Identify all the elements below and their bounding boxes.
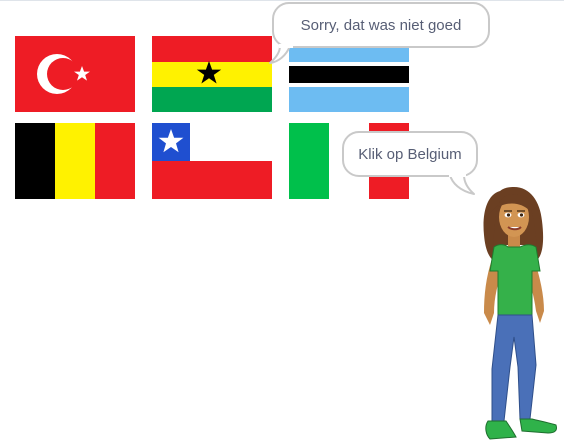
chile-flag-icon — [152, 123, 272, 199]
ghana-flag-icon — [152, 36, 272, 112]
speech-bubble-wrong-answer: Sorry, dat was niet goed — [272, 2, 490, 48]
speech-bubble-text: Sorry, dat was niet goed — [300, 17, 462, 34]
flag-belgium[interactable] — [15, 123, 135, 199]
right-shoe — [519, 418, 557, 434]
speech-bubble-instruction: Klik op Belgium — [342, 131, 478, 177]
speech-bubble-text: Klik op Belgium — [358, 146, 462, 163]
stage-top-border — [0, 0, 564, 1]
flag-chile[interactable] — [152, 123, 272, 199]
left-shoe — [485, 420, 517, 440]
flag-ghana[interactable] — [152, 36, 272, 112]
belgium-flag-icon — [15, 123, 135, 199]
speech-bubble-tail — [269, 44, 293, 64]
jeans — [491, 314, 537, 422]
shirt — [489, 244, 541, 318]
girl-character-sprite[interactable] — [470, 185, 562, 443]
turkey-flag-icon — [15, 36, 135, 112]
flag-turkey[interactable] — [15, 36, 135, 112]
